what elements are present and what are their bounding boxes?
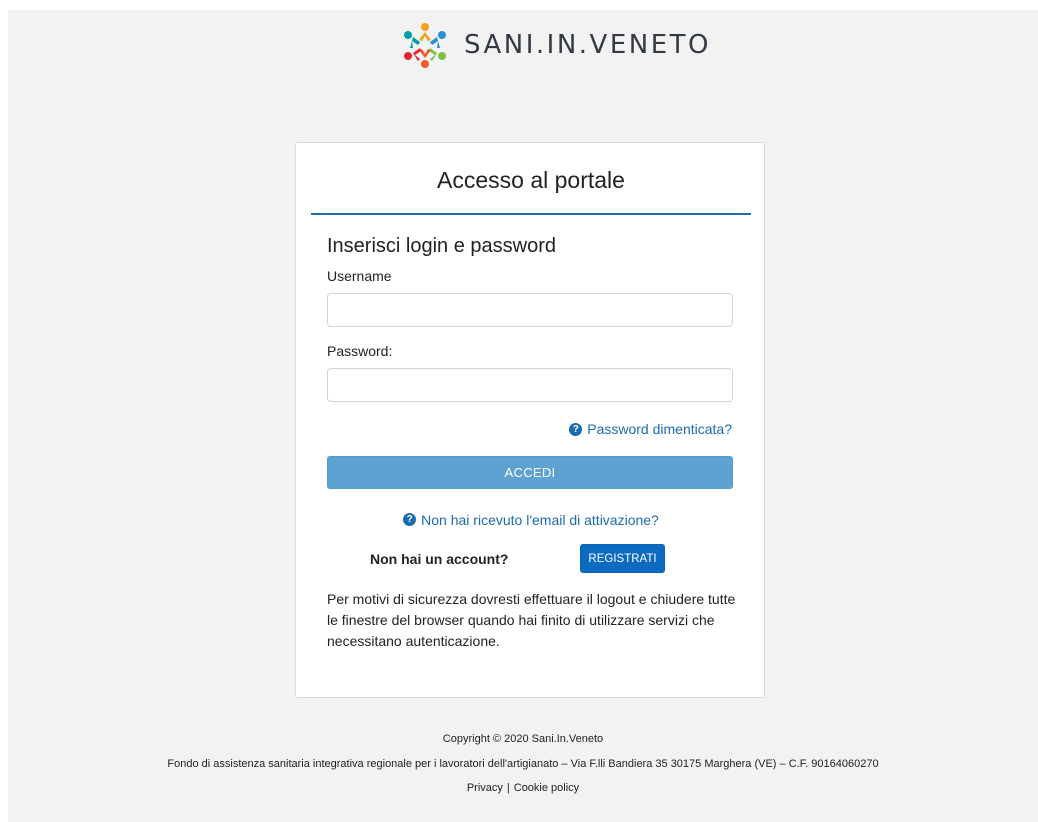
- page-background: SANI.IN.VENETO Accesso al portale Inseri…: [8, 10, 1038, 822]
- question-circle-icon: ?: [569, 422, 583, 436]
- title-divider: [311, 213, 751, 215]
- cookie-policy-link[interactable]: Cookie policy: [514, 782, 579, 794]
- brand-name: SANI.IN.VENETO: [464, 30, 711, 60]
- form-subtitle: Inserisci login e password: [327, 235, 556, 257]
- card-title: Accesso al portale: [437, 167, 625, 193]
- username-label: Username: [327, 268, 392, 284]
- people-circle-logo-icon: [404, 23, 446, 68]
- password-label: Password:: [327, 343, 393, 359]
- password-input[interactable]: [327, 368, 733, 402]
- footer-separator: |: [506, 782, 510, 794]
- security-notice: Per motivi di sicurezza dovresti effettu…: [327, 591, 736, 649]
- footer-copyright: Copyright © 2020 Sani.In.Veneto: [442, 733, 604, 745]
- no-account-text: Non hai un account?: [370, 551, 509, 567]
- question-circle-icon: ?: [403, 513, 417, 526]
- footer-links: Privacy | Cookie policy: [8, 782, 1038, 794]
- forgot-password-link[interactable]: ? Password dimenticata?: [569, 421, 732, 437]
- username-input[interactable]: [327, 293, 733, 327]
- login-card: Accesso al portale Inserisci login e pas…: [295, 142, 765, 698]
- activation-email-label: Non hai ricevuto l'email di attivazione?: [421, 511, 659, 528]
- activation-row: ? Non hai ricevuto l'email di attivazion…: [296, 509, 766, 528]
- privacy-link[interactable]: Privacy: [467, 782, 503, 794]
- header-logo[interactable]: SANI.IN.VENETO: [400, 20, 711, 70]
- register-row: Non hai un account? REGISTRATI: [296, 544, 766, 574]
- login-button[interactable]: ACCEDI: [327, 456, 733, 489]
- activation-email-link[interactable]: ? Non hai ricevuto l'email di attivazion…: [403, 512, 659, 528]
- register-button[interactable]: REGISTRATI: [580, 544, 665, 573]
- footer-info: Fondo di assistenza sanitaria integrativ…: [167, 758, 879, 770]
- forgot-password-label: Password dimenticata?: [587, 421, 732, 437]
